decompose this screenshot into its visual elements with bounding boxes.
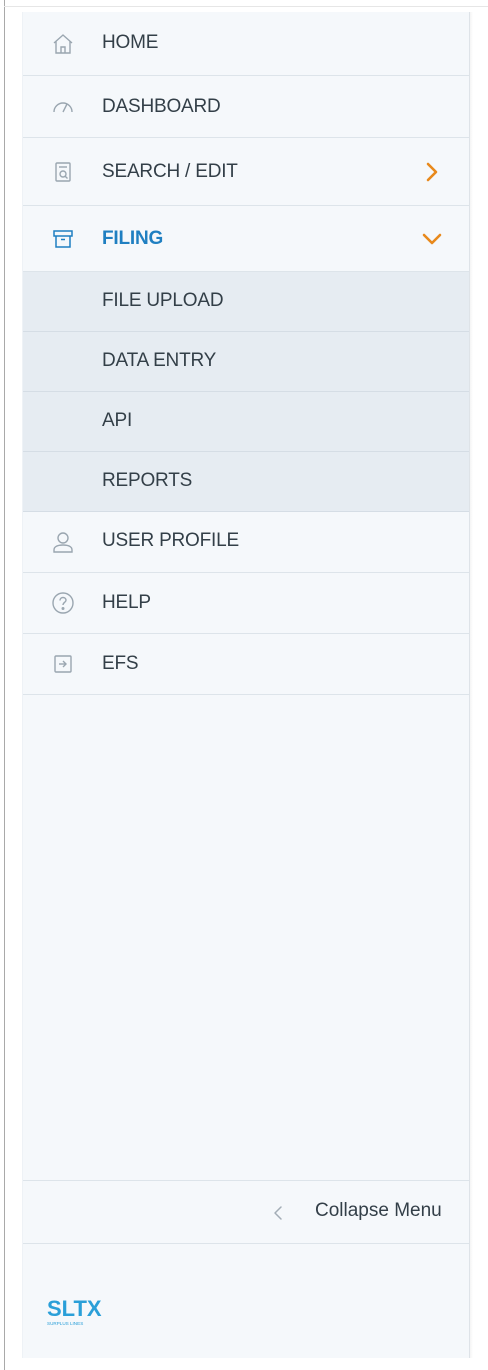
collapse-menu-label: Collapse Menu bbox=[315, 1200, 442, 1221]
sign-in-icon bbox=[51, 652, 75, 676]
sidebar: HOME DASHBOARD SEARCH / EDIT FILING FILE… bbox=[22, 12, 470, 1358]
nav-item-home[interactable]: HOME bbox=[23, 12, 469, 76]
nav-label-dashboard: DASHBOARD bbox=[102, 96, 221, 117]
nav-item-dashboard[interactable]: DASHBOARD bbox=[23, 76, 469, 138]
user-icon bbox=[51, 530, 75, 554]
chevron-right-icon bbox=[421, 161, 443, 183]
nav-item-user-profile[interactable]: USER PROFILE bbox=[23, 512, 469, 573]
nav-item-search-edit[interactable]: SEARCH / EDIT bbox=[23, 138, 469, 206]
submenu-item-api[interactable]: API bbox=[23, 392, 469, 452]
submenu-item-file-upload[interactable]: FILE UPLOAD bbox=[23, 272, 469, 332]
help-circle-icon bbox=[51, 591, 75, 615]
collapse-menu-button[interactable]: Collapse Menu bbox=[23, 1180, 469, 1244]
submenu-label-api: API bbox=[102, 410, 133, 431]
logo-tagline: SURPLUS LINES bbox=[47, 1321, 83, 1326]
submenu-item-data-entry[interactable]: DATA ENTRY bbox=[23, 332, 469, 392]
nav-item-efs[interactable]: EFS bbox=[23, 634, 469, 695]
nav-label-filing: FILING bbox=[102, 228, 164, 249]
sltx-logo: SLTX SURPLUS LINES bbox=[45, 1292, 125, 1332]
nav-label-efs: EFS bbox=[102, 653, 139, 674]
home-icon bbox=[51, 32, 75, 56]
gauge-icon bbox=[51, 95, 75, 119]
nav-label-home: HOME bbox=[102, 32, 159, 53]
submenu-item-reports[interactable]: REPORTS bbox=[23, 452, 469, 512]
logo-wordmark: SLTX bbox=[47, 1296, 102, 1321]
nav-item-help[interactable]: HELP bbox=[23, 573, 469, 634]
chevron-left-icon bbox=[271, 1203, 285, 1223]
window-top-border bbox=[4, 6, 488, 7]
submenu-label-file-upload: FILE UPLOAD bbox=[102, 290, 224, 311]
chevron-down-icon bbox=[421, 228, 443, 250]
submenu-label-data-entry: DATA ENTRY bbox=[102, 350, 217, 371]
submenu-label-reports: REPORTS bbox=[102, 470, 193, 491]
window-left-border bbox=[4, 0, 5, 1370]
sidebar-shadow bbox=[469, 12, 473, 1358]
nav-label-user-profile: USER PROFILE bbox=[102, 530, 239, 551]
nav-menu: HOME DASHBOARD SEARCH / EDIT FILING FILE… bbox=[23, 12, 469, 695]
nav-label-help: HELP bbox=[102, 592, 151, 613]
archive-box-icon bbox=[51, 227, 75, 251]
nav-label-search-edit: SEARCH / EDIT bbox=[102, 161, 238, 182]
nav-item-filing[interactable]: FILING bbox=[23, 206, 469, 272]
search-document-icon bbox=[51, 160, 75, 184]
